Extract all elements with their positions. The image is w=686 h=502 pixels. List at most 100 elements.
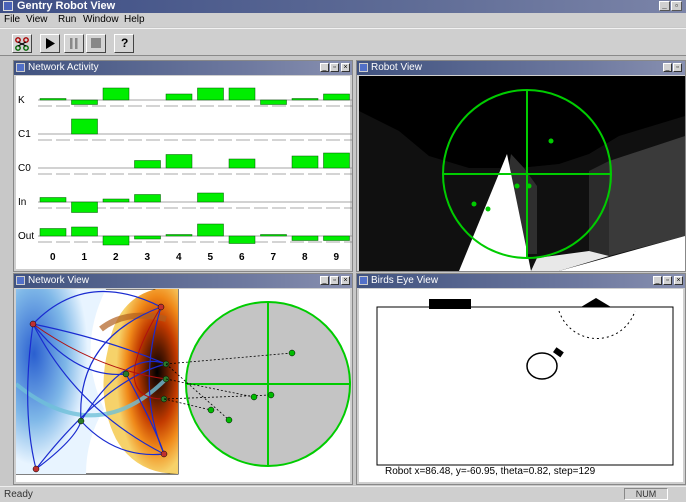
network-activity-title-bar[interactable]: Network Activity _ ▫ × xyxy=(14,61,352,75)
pause-icon xyxy=(70,38,78,49)
activity-bar xyxy=(323,235,350,241)
network-icon xyxy=(15,37,29,51)
menu-help[interactable]: Help xyxy=(124,14,145,25)
column-label: 9 xyxy=(334,252,340,263)
row-label-c0: C0 xyxy=(18,163,31,174)
column-label: 3 xyxy=(145,252,151,263)
target-point xyxy=(548,138,554,144)
activity-bar xyxy=(323,152,350,169)
activity-bar xyxy=(197,223,224,237)
row-label-k: K xyxy=(18,95,25,106)
robot-view-window[interactable]: Robot View _ ▫ xyxy=(356,60,686,272)
num-lock-indicator: NUM xyxy=(624,488,668,500)
network-view-canvas xyxy=(14,288,351,482)
activity-bar xyxy=(165,154,193,169)
window-title: Robot View xyxy=(371,62,422,73)
menu-file[interactable]: File xyxy=(4,14,20,25)
birds-eye-view-window[interactable]: Birds Eye View _ ▫ × Robot x=86.48, y=-6… xyxy=(356,273,686,485)
column-label: 0 xyxy=(50,252,56,263)
robot-marker xyxy=(526,352,558,380)
activity-bar xyxy=(71,99,98,105)
activity-bar xyxy=(102,198,130,203)
maximize-button[interactable]: ▫ xyxy=(663,276,672,285)
activity-bar xyxy=(197,87,224,101)
network-view-window[interactable]: Network View _ ▫ × xyxy=(13,273,353,485)
column-label: 8 xyxy=(302,252,308,263)
minimize-button[interactable]: _ xyxy=(320,276,329,285)
row-label-in: In xyxy=(18,197,26,208)
network-view-title-bar[interactable]: Network View _ ▫ × xyxy=(14,274,352,288)
column-label: 4 xyxy=(176,252,182,263)
robot-view-title-bar[interactable]: Robot View _ ▫ xyxy=(357,61,685,75)
activity-bar xyxy=(71,201,98,213)
obstacle xyxy=(581,298,611,307)
column-label: 5 xyxy=(208,252,214,263)
column-label: 7 xyxy=(271,252,277,263)
restore-button[interactable]: ▫ xyxy=(671,1,682,11)
birds-eye-view-title-bar[interactable]: Birds Eye View _ ▫ × xyxy=(357,274,685,288)
close-button[interactable]: × xyxy=(674,276,683,285)
activity-bar xyxy=(260,99,287,105)
activity-bar xyxy=(260,234,287,237)
stop-button[interactable] xyxy=(86,34,106,53)
app-title-bar: Gentry Robot View _ ▫ xyxy=(0,0,686,13)
run-button[interactable] xyxy=(40,34,60,53)
activity-bar xyxy=(134,160,161,169)
maximize-button[interactable]: ▫ xyxy=(673,63,682,72)
close-button[interactable]: × xyxy=(341,63,350,72)
target-point xyxy=(471,201,477,207)
minimize-button[interactable]: _ xyxy=(320,63,329,72)
activity-bar xyxy=(39,228,67,237)
arena-boundary xyxy=(376,306,674,466)
app-icon xyxy=(3,1,13,11)
activity-bar xyxy=(165,234,193,237)
obstacle xyxy=(429,299,471,309)
activity-bar xyxy=(39,98,67,101)
window-title: Network Activity xyxy=(28,62,99,73)
minimize-button[interactable]: _ xyxy=(659,1,670,11)
activity-bar xyxy=(323,93,350,101)
window-icon xyxy=(359,276,368,285)
column-label: 6 xyxy=(239,252,245,263)
robot-camera-view xyxy=(359,76,685,271)
close-button[interactable]: × xyxy=(341,276,350,285)
pause-button[interactable] xyxy=(64,34,84,53)
app-title: Gentry Robot View xyxy=(17,0,116,12)
activity-bar xyxy=(197,192,224,203)
activity-bar xyxy=(71,226,98,237)
row-label-out: Out xyxy=(18,231,34,242)
activity-bar xyxy=(228,235,256,244)
network-activity-window[interactable]: Network Activity _ ▫ × K C1 C0 In Out 0 1 2 3 4 5 6… xyxy=(13,60,353,272)
target-point xyxy=(514,183,520,189)
activity-bar xyxy=(291,98,319,101)
target-point xyxy=(485,206,491,212)
menu-window[interactable]: Window xyxy=(83,14,119,25)
play-icon xyxy=(46,38,55,49)
minimize-button[interactable]: _ xyxy=(653,276,662,285)
birds-eye-map xyxy=(376,298,674,466)
status-bar: Ready NUM xyxy=(0,486,686,502)
column-label: 2 xyxy=(113,252,119,263)
robot-view-canvas xyxy=(359,76,685,271)
window-title: Network View xyxy=(28,275,89,286)
menu-view[interactable]: View xyxy=(26,14,48,25)
activity-bar xyxy=(134,194,161,203)
maximize-button[interactable]: ▫ xyxy=(330,276,339,285)
toolbar: ? xyxy=(0,28,686,56)
activity-bar xyxy=(71,118,98,135)
network-activity-panel: K C1 C0 In Out 0 1 2 3 4 5 6 7 8 9 xyxy=(16,76,353,269)
activity-bar xyxy=(291,155,319,169)
minimize-button[interactable]: _ xyxy=(663,63,672,72)
window-icon xyxy=(16,63,25,72)
maximize-button[interactable]: ▫ xyxy=(330,63,339,72)
window-title: Birds Eye View xyxy=(371,275,439,286)
help-icon: ? xyxy=(121,36,129,50)
help-button[interactable]: ? xyxy=(114,34,134,53)
menu-bar: File View Run Window Help xyxy=(0,13,686,27)
activity-bar xyxy=(291,235,319,241)
menu-run[interactable]: Run xyxy=(58,14,76,25)
activity-bar xyxy=(228,87,256,101)
activity-bar xyxy=(228,158,256,169)
network-tool-button[interactable] xyxy=(12,34,32,53)
stop-icon xyxy=(91,38,101,48)
